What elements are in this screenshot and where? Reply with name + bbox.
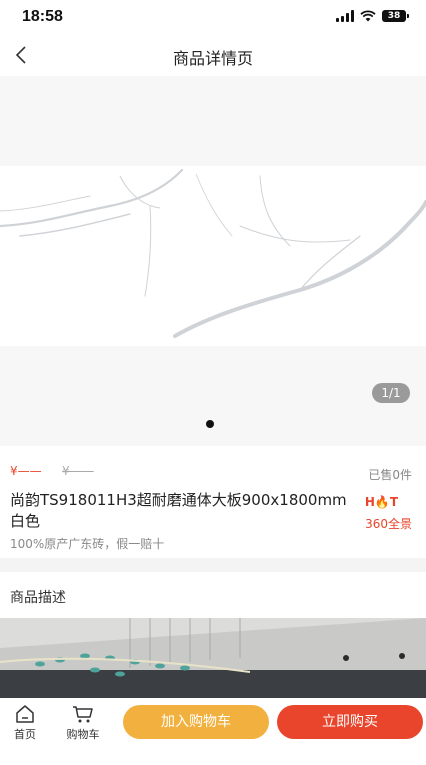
sold-count: 已售0件 bbox=[368, 468, 412, 482]
vr-panorama-link[interactable]: 360全景 bbox=[365, 515, 412, 532]
product-image-gallery[interactable]: 1/1 bbox=[0, 76, 426, 446]
cart-icon bbox=[73, 706, 93, 723]
product-title: 尚韵TS918011H3超耐磨通体大板900x1800mm白色 bbox=[10, 491, 347, 530]
cart-tab-label: 购物车 bbox=[66, 728, 100, 741]
signal-icon bbox=[336, 10, 354, 22]
home-icon bbox=[16, 705, 34, 723]
price: ¥—— bbox=[10, 464, 42, 478]
image-page-indicator: 1/1 bbox=[372, 383, 410, 403]
carousel-dot[interactable] bbox=[206, 420, 214, 428]
page-title: 商品详情页 bbox=[172, 49, 253, 68]
cart-tab[interactable]: 购物车 bbox=[58, 704, 108, 742]
battery-icon: 38 bbox=[382, 10, 409, 22]
description-image bbox=[0, 618, 426, 698]
status-icons: 38 bbox=[336, 10, 409, 22]
status-bar: 18:58 38 bbox=[0, 0, 426, 34]
bottom-action-bar: 首页 购物车 加入购物车 立即购买 bbox=[0, 698, 426, 765]
buy-now-button[interactable]: 立即购买 bbox=[277, 705, 423, 739]
description-header: 商品描述 bbox=[0, 572, 426, 618]
product-subtitle: 100%原产广东砖，假一赔十 bbox=[10, 537, 165, 551]
product-image bbox=[0, 166, 426, 346]
hot-badge: H🔥T bbox=[364, 495, 398, 509]
nav-bar: 商品详情页 bbox=[0, 34, 426, 76]
original-price: ¥—— bbox=[62, 464, 94, 478]
home-tab-label: 首页 bbox=[14, 728, 36, 741]
description-label: 商品描述 bbox=[10, 590, 66, 606]
home-tab[interactable]: 首页 bbox=[0, 704, 50, 742]
product-info: ¥—— ¥—— 已售0件 尚韵TS918011H3超耐磨通体大板900x1800… bbox=[0, 446, 426, 558]
wifi-icon bbox=[360, 10, 376, 22]
add-to-cart-button[interactable]: 加入购物车 bbox=[123, 705, 269, 739]
status-time: 18:58 bbox=[22, 8, 63, 25]
